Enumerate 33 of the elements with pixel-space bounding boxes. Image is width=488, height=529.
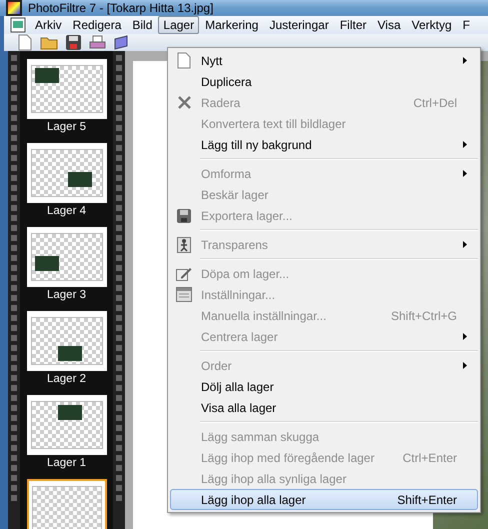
cross-icon: [178, 96, 190, 109]
menu-title[interactable]: Redigera: [68, 16, 126, 34]
menu-title[interactable]: Bild: [127, 16, 158, 34]
menu-title[interactable]: Visa: [372, 16, 406, 34]
menu-item[interactable]: Dölj alla lager: [170, 376, 478, 397]
menu-title[interactable]: Markering: [200, 16, 264, 34]
layer-name: Lager 3: [46, 289, 86, 301]
menu-title[interactable]: Verktyg: [406, 16, 457, 34]
menu-item[interactable]: Visa alla lager: [170, 397, 478, 418]
new-file-icon[interactable]: [18, 34, 32, 51]
menu-title[interactable]: Filter: [334, 16, 372, 34]
menu-item[interactable]: Nytt: [170, 50, 478, 71]
document-icon: [10, 17, 26, 33]
layer-name: Lager 4: [46, 205, 86, 217]
menu-item[interactable]: Lägg ihop alla lager Shift+Enter: [170, 489, 478, 510]
page-icon: [177, 52, 191, 69]
menu-item[interactable]: Lägg till ny bakgrund: [170, 134, 478, 155]
menu-title[interactable]: Arkiv: [30, 16, 67, 34]
figure-icon: [177, 236, 191, 252]
scanner-icon[interactable]: [114, 35, 128, 50]
printer-icon[interactable]: [89, 35, 106, 50]
menu-title[interactable]: Lager: [158, 16, 200, 34]
layer-name: Lager 1: [46, 457, 86, 469]
menu-item[interactable]: Duplicera: [170, 71, 478, 92]
menu-title[interactable]: Justeringar: [264, 16, 334, 34]
layer-name: Lager 5: [46, 121, 86, 133]
edit-icon: [176, 266, 192, 281]
app-icon: [6, 0, 22, 16]
layer-thumbnail[interactable]: [26, 479, 106, 529]
layer-name: Lager 2: [46, 373, 86, 385]
menu-title[interactable]: F: [458, 16, 476, 34]
window-title: PhotoFiltre 7 - [Tokarp Hitta 13.jpg]: [28, 1, 214, 15]
window-icon: [176, 287, 192, 302]
